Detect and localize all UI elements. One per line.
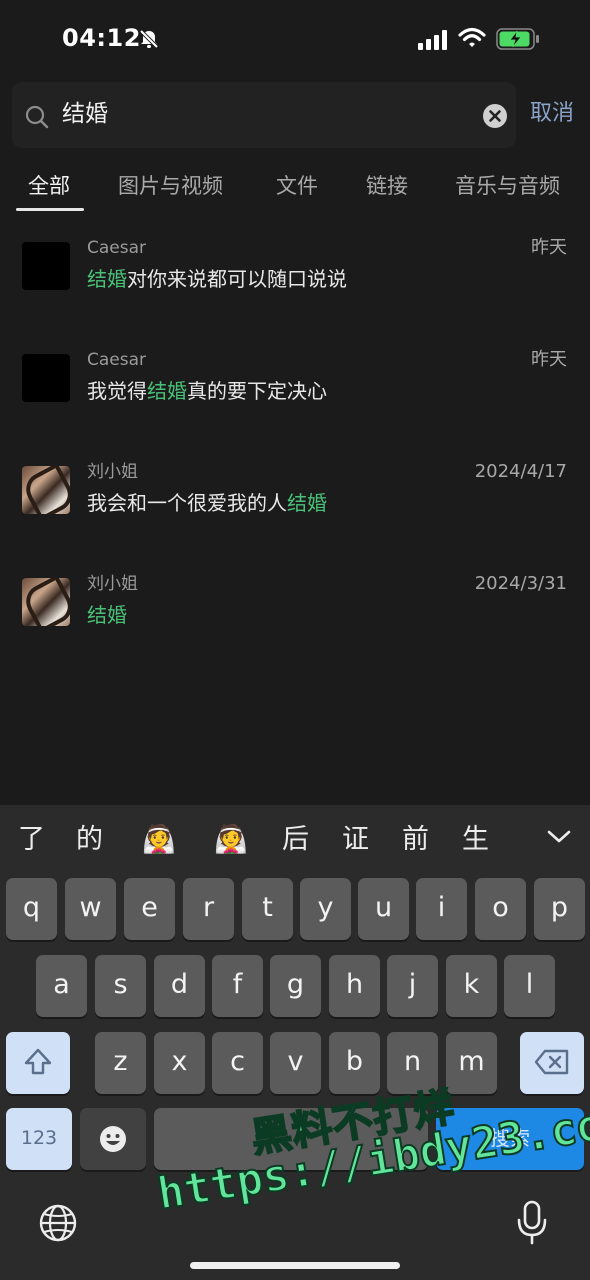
key-e[interactable]: e bbox=[124, 878, 175, 940]
key-g[interactable]: g bbox=[270, 955, 321, 1017]
key-l[interactable]: l bbox=[504, 955, 555, 1017]
active-tab-indicator bbox=[16, 208, 84, 211]
backspace-icon bbox=[534, 1049, 569, 1075]
tab-links[interactable]: 链接 bbox=[366, 170, 408, 202]
key-o[interactable]: o bbox=[475, 878, 526, 940]
key-h[interactable]: h bbox=[329, 955, 380, 1017]
status-time: 04:12 bbox=[62, 24, 141, 52]
result-date: 2024/3/31 bbox=[474, 573, 567, 594]
filter-tabs: 全部 图片与视频 文件 链接 音乐与音频 bbox=[0, 170, 590, 212]
result-sender: 刘小姐 bbox=[87, 574, 138, 594]
battery-charging-icon bbox=[496, 28, 539, 50]
home-indicator[interactable] bbox=[190, 1262, 400, 1269]
key-b[interactable]: b bbox=[329, 1032, 380, 1094]
search-result-item[interactable]: Caesar 昨天 我觉得结婚真的要下定决心 bbox=[0, 349, 590, 454]
result-sender: Caesar bbox=[87, 350, 147, 370]
result-sender: 刘小姐 bbox=[87, 462, 138, 482]
avatar bbox=[22, 578, 70, 626]
shift-key[interactable] bbox=[6, 1032, 70, 1094]
status-bar: 04:12 bbox=[0, 0, 590, 80]
tab-photos-videos[interactable]: 图片与视频 bbox=[118, 170, 223, 202]
candidate-word[interactable]: 的 bbox=[76, 822, 103, 858]
search-input[interactable]: 结婚 bbox=[62, 98, 108, 130]
wifi-icon bbox=[458, 27, 486, 47]
chevron-down-icon[interactable] bbox=[546, 827, 572, 847]
result-message: 我觉得结婚真的要下定决心 bbox=[87, 379, 327, 403]
cellular-signal-icon bbox=[418, 30, 447, 50]
key-q[interactable]: q bbox=[6, 878, 57, 940]
key-j[interactable]: j bbox=[387, 955, 438, 1017]
highlighted-keyword: 结婚 bbox=[87, 603, 127, 627]
key-x[interactable]: x bbox=[154, 1032, 205, 1094]
key-y[interactable]: y bbox=[300, 878, 351, 940]
emoji-icon bbox=[100, 1126, 126, 1152]
result-message: 结婚对你来说都可以随口说说 bbox=[87, 267, 347, 291]
search-icon bbox=[25, 105, 49, 129]
candidate-word[interactable]: 证 bbox=[342, 822, 369, 858]
emoji-key[interactable] bbox=[80, 1108, 146, 1170]
search-result-item[interactable]: 刘小姐 2024/3/31 结婚 bbox=[0, 573, 590, 678]
key-s[interactable]: s bbox=[95, 955, 146, 1017]
candidate-word[interactable]: 👰 bbox=[142, 822, 176, 858]
key-t[interactable]: t bbox=[242, 878, 293, 940]
result-sender: Caesar bbox=[87, 238, 147, 258]
key-a[interactable]: a bbox=[36, 955, 87, 1017]
key-w[interactable]: w bbox=[65, 878, 116, 940]
result-date: 2024/4/17 bbox=[474, 461, 567, 482]
key-m[interactable]: m bbox=[446, 1032, 497, 1094]
key-u[interactable]: u bbox=[358, 878, 409, 940]
candidate-bar: 了 的 👰 👰 后 证 前 生 bbox=[0, 805, 590, 875]
highlighted-keyword: 结婚 bbox=[287, 491, 327, 515]
highlighted-keyword: 结婚 bbox=[147, 379, 187, 403]
result-message: 我会和一个很爱我的人结婚 bbox=[87, 491, 327, 515]
key-v[interactable]: v bbox=[270, 1032, 321, 1094]
candidate-word[interactable]: 生 bbox=[462, 822, 489, 858]
candidate-word[interactable]: 后 bbox=[282, 822, 309, 858]
cancel-button[interactable]: 取消 bbox=[530, 98, 574, 130]
key-z[interactable]: z bbox=[95, 1032, 146, 1094]
key-c[interactable]: c bbox=[212, 1032, 263, 1094]
key-d[interactable]: d bbox=[154, 955, 205, 1017]
candidate-word[interactable]: 了 bbox=[18, 822, 45, 858]
shift-arrow-icon bbox=[24, 1048, 52, 1075]
search-result-item[interactable]: Caesar 昨天 结婚对你来说都可以随口说说 bbox=[0, 237, 590, 342]
result-message: 结婚 bbox=[87, 600, 127, 630]
tab-music-audio[interactable]: 音乐与音频 bbox=[455, 170, 560, 202]
key-p[interactable]: p bbox=[534, 878, 585, 940]
tab-files[interactable]: 文件 bbox=[276, 170, 318, 202]
backspace-key[interactable] bbox=[520, 1032, 584, 1094]
key-r[interactable]: r bbox=[183, 878, 234, 940]
key-i[interactable]: i bbox=[416, 878, 467, 940]
avatar bbox=[22, 242, 70, 290]
candidate-word[interactable]: 👰 bbox=[214, 822, 248, 858]
highlighted-keyword: 结婚 bbox=[87, 267, 127, 291]
result-date: 昨天 bbox=[531, 349, 567, 370]
tab-all[interactable]: 全部 bbox=[28, 170, 70, 202]
key-f[interactable]: f bbox=[212, 955, 263, 1017]
numbers-key[interactable]: 123 bbox=[6, 1108, 72, 1170]
result-date: 昨天 bbox=[531, 237, 567, 258]
key-k[interactable]: k bbox=[446, 955, 497, 1017]
bell-slash-icon bbox=[139, 29, 159, 49]
globe-icon[interactable] bbox=[38, 1203, 78, 1243]
microphone-icon[interactable] bbox=[516, 1200, 548, 1246]
search-result-item[interactable]: 刘小姐 2024/4/17 我会和一个很爱我的人结婚 bbox=[0, 461, 590, 566]
candidate-word[interactable]: 前 bbox=[402, 822, 429, 858]
clear-icon[interactable] bbox=[482, 103, 508, 129]
avatar bbox=[22, 354, 70, 402]
keyboard: 了 的 👰 👰 后 证 前 生 q w e r t y u i o p a s … bbox=[0, 805, 590, 1280]
avatar bbox=[22, 466, 70, 514]
